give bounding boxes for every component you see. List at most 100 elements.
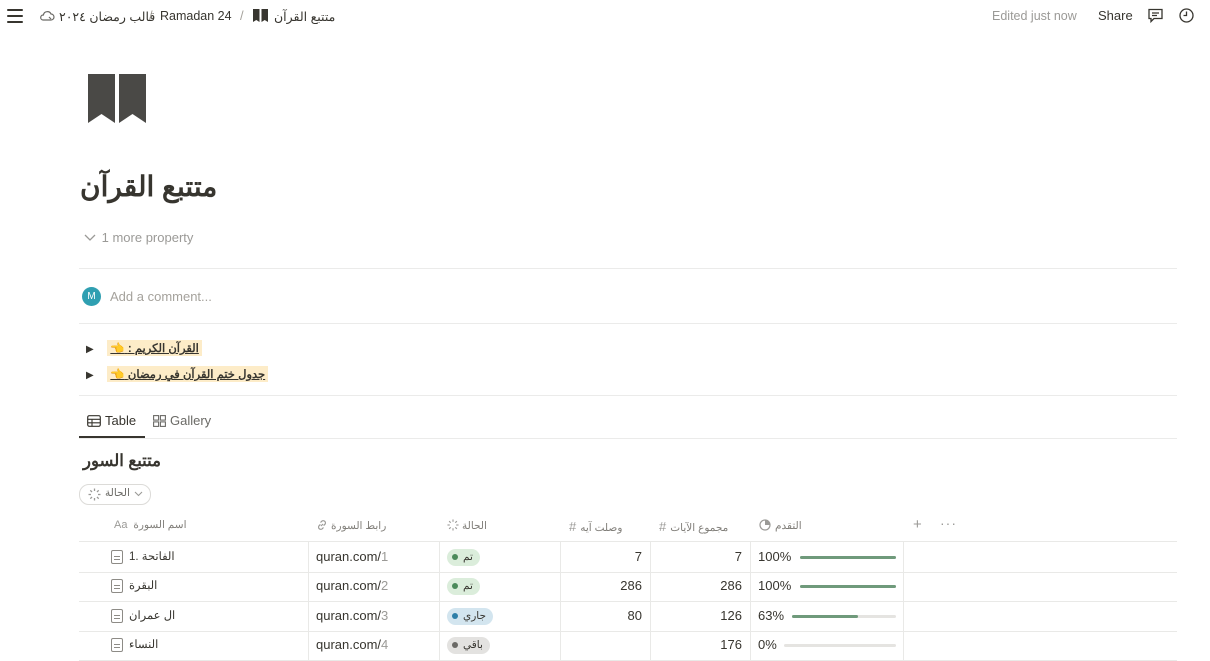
status-dot <box>452 641 458 648</box>
status-badge[interactable]: تم <box>447 548 480 566</box>
breadcrumb-separator: / <box>240 8 244 23</box>
status-type-icon <box>447 519 459 534</box>
more-property-label: 1 more property <box>101 230 194 245</box>
divider <box>79 438 1177 439</box>
row-total-cell[interactable]: 7 <box>672 549 742 564</box>
column-divider <box>560 542 561 661</box>
row-total-cell[interactable]: 126 <box>672 608 742 623</box>
toggle-triangle-icon[interactable]: ▶ <box>86 344 104 355</box>
top-bar: قالب رمضان ٢٠٢٤ / Ramadan 24 / متتبع الق… <box>0 0 1210 32</box>
row-total-cell[interactable]: 176 <box>672 637 742 652</box>
number-type-icon: # <box>569 519 577 534</box>
status-badge[interactable]: تم <box>447 577 480 595</box>
loading-status-icon <box>88 488 101 504</box>
toggle-label: جدول ختم القرآن في رمضان 👈 <box>107 366 269 382</box>
progress-bar-fill <box>800 584 896 588</box>
progress-bar-fill <box>800 555 896 559</box>
gallery-icon <box>153 415 166 430</box>
row-link-cell[interactable]: quran.com/4 <box>316 637 388 652</box>
share-button[interactable]: Share <box>1098 8 1133 23</box>
breadcrumb-current-page[interactable]: متتبع القرآن <box>274 9 335 24</box>
column-header-reached[interactable]: # وصلت آيه <box>569 519 622 534</box>
toggle-quran[interactable]: ▶ القرآن الكريم : 👈 <box>86 340 202 360</box>
page-doc-icon <box>111 608 123 623</box>
add-column-plus-icon[interactable]: + <box>913 516 922 533</box>
row-progress-text: 100% <box>758 548 792 564</box>
breadcrumb-ramadan[interactable]: Ramadan 24 <box>160 9 232 23</box>
row-total-cell[interactable]: 286 <box>672 578 742 593</box>
chevron-down-icon <box>84 230 98 245</box>
avatar: M <box>82 287 101 306</box>
table-row-border <box>79 571 1177 573</box>
table-icon <box>87 415 101 430</box>
row-name-cell[interactable]: ال عمران <box>129 608 175 622</box>
column-divider <box>439 542 440 661</box>
status-filter-chip[interactable]: الحالة <box>79 484 151 505</box>
column-header-name[interactable]: Aa اسم السورة <box>114 519 187 531</box>
progress-bar <box>800 584 896 588</box>
column-divider <box>308 542 309 661</box>
row-link-cell[interactable]: quran.com/2 <box>316 578 388 593</box>
page-doc-icon <box>111 549 123 564</box>
text-type-icon: Aa <box>114 519 128 531</box>
row-reached-cell[interactable]: 7 <box>572 549 642 564</box>
tab-table[interactable]: Table <box>87 413 136 430</box>
divider <box>79 268 1177 269</box>
filter-label: الحالة <box>105 487 130 499</box>
status-badge[interactable]: جاري <box>447 607 493 625</box>
toggle-khatm-table[interactable]: ▶ جدول ختم القرآن في رمضان 👈 <box>86 366 269 386</box>
column-divider <box>750 542 751 661</box>
sidebar-menu-icon[interactable] <box>7 9 23 23</box>
page-doc-icon <box>111 578 123 593</box>
progress-bar <box>792 614 896 618</box>
history-clock-icon[interactable] <box>1178 7 1195 24</box>
toggle-triangle-icon[interactable]: ▶ <box>86 370 104 381</box>
column-header-total[interactable]: # مجموع الآيات <box>659 519 728 534</box>
breadcrumb-workspace[interactable]: قالب رمضان ٢٠٢٤ <box>59 9 155 24</box>
row-progress-text: 0% <box>758 636 777 652</box>
row-name-cell[interactable]: الفاتحة .1 <box>129 549 175 563</box>
row-name-cell[interactable]: البقرة <box>129 578 157 592</box>
table-row-border <box>79 630 1177 632</box>
page-book-icon[interactable] <box>87 73 147 123</box>
tab-label: Gallery <box>170 413 212 428</box>
breadcrumb-separator: / <box>149 8 153 23</box>
tab-gallery[interactable]: Gallery <box>153 413 211 430</box>
column-header-status[interactable]: الحالة <box>447 519 487 534</box>
database-title[interactable]: متتبع السور <box>83 451 161 471</box>
link-icon <box>316 519 328 534</box>
column-divider <box>650 542 651 661</box>
more-options-icon[interactable]: ··· <box>940 515 957 531</box>
number-type-icon: # <box>659 519 667 534</box>
column-divider <box>903 542 904 661</box>
row-link-cell[interactable]: quran.com/1 <box>316 549 388 564</box>
row-progress-text: 100% <box>758 577 792 593</box>
table-row-border <box>79 659 1177 661</box>
row-link-cell[interactable]: quran.com/3 <box>316 608 388 623</box>
row-reached-cell[interactable]: 286 <box>572 578 642 593</box>
status-badge[interactable]: باقي <box>447 636 490 654</box>
page-doc-icon <box>111 637 123 652</box>
book-icon <box>253 9 268 22</box>
row-reached-cell[interactable]: 80 <box>572 608 642 623</box>
column-header-progress[interactable]: التقدم <box>759 519 802 534</box>
comments-icon[interactable] <box>1147 7 1164 24</box>
table-header-border <box>79 541 1177 542</box>
status-dot <box>452 612 458 619</box>
tab-label: Table <box>105 413 137 428</box>
toggle-label: القرآن الكريم : 👈 <box>107 340 202 356</box>
status-dot <box>452 582 458 589</box>
progress-bar <box>800 555 896 559</box>
status-dot <box>452 553 458 560</box>
formula-progress-icon <box>759 519 771 534</box>
edited-status: Edited just now <box>992 9 1077 23</box>
row-name-cell[interactable]: النساء <box>129 637 158 651</box>
more-property-toggle[interactable]: 1 more property <box>84 230 193 245</box>
progress-bar-fill <box>792 614 858 618</box>
comment-input[interactable]: Add a comment... <box>110 289 212 304</box>
cloud-icon <box>39 8 55 24</box>
row-progress-text: 63% <box>758 607 785 623</box>
column-header-link[interactable]: رابط السورة <box>316 519 386 534</box>
chevron-down-icon <box>134 488 143 500</box>
page-title[interactable]: متتبع القرآن <box>80 170 217 203</box>
